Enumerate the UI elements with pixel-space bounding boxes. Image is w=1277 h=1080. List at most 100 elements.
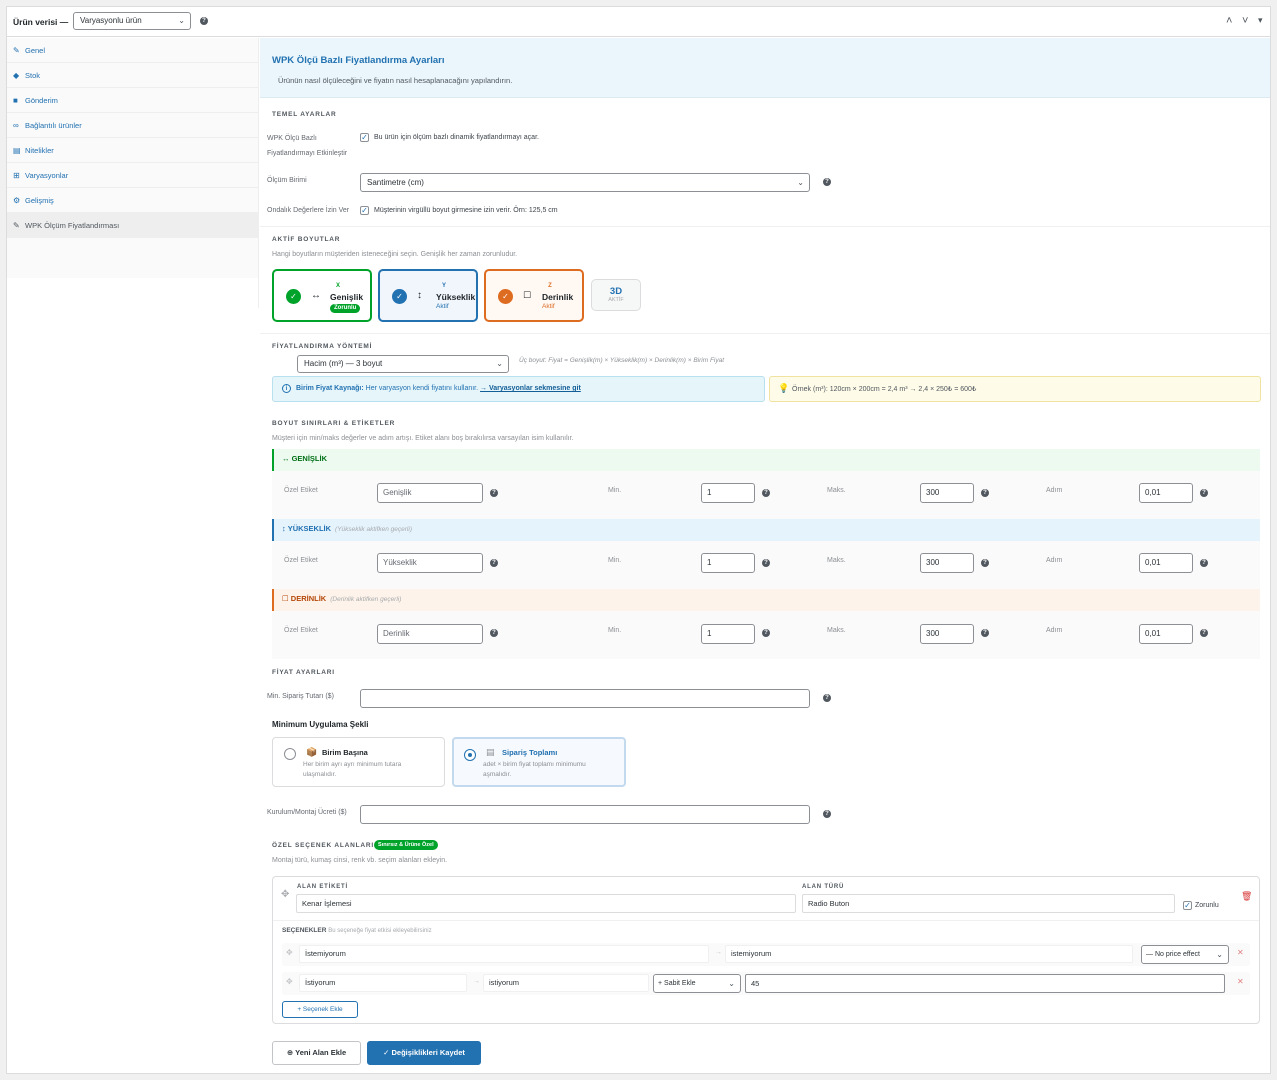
check-icon: ✓ — [498, 289, 513, 304]
help-icon[interactable]: ? — [762, 559, 770, 567]
tab-attributes[interactable]: ▤ Nitelikler — [7, 138, 259, 163]
option-value-input[interactable]: istemiyorum — [725, 945, 1133, 963]
help-icon[interactable]: ? — [1200, 489, 1208, 497]
product-type-select[interactable]: Varyasyonlu ürün ⌄ — [73, 12, 191, 30]
tag-icon: ◆ — [13, 71, 20, 80]
section-dimensions-title: AKTİF BOYUTLAR — [272, 236, 341, 243]
option-label-input[interactable]: İstiyorum — [299, 974, 467, 992]
depth-label-input[interactable]: Derinlik — [377, 624, 483, 644]
save-changes-button[interactable]: ✓ Değişiklikleri Kaydet — [367, 1041, 481, 1065]
tab-wpk-pricing[interactable]: ✎ WPK Ölçüm Fiyatlandırması — [7, 213, 259, 238]
option-label-input[interactable]: İstemiyorum — [299, 945, 709, 963]
height-label-input[interactable]: Yükseklik — [377, 553, 483, 573]
remove-option-icon[interactable]: ✕ — [1237, 977, 1244, 986]
drag-handle-icon[interactable]: ✥ — [281, 889, 289, 900]
option-effect-select[interactable]: + Sabit Ekle ⌄ — [653, 974, 741, 993]
help-icon[interactable]: ? — [762, 489, 770, 497]
min-order-input[interactable] — [360, 689, 810, 708]
limits-desc: Müşteri için min/maks değerler ve adım a… — [272, 435, 574, 442]
drag-handle-icon[interactable]: ✥ — [286, 948, 293, 957]
wrench-icon: ✎ — [13, 46, 20, 55]
height-max-input[interactable]: 300 — [920, 553, 974, 573]
tab-linked-products[interactable]: ∞ Bağlantılı ürünler — [7, 113, 259, 138]
option-value-input[interactable]: istiyorum — [483, 974, 649, 992]
section-price-title: FİYAT AYARLARI — [272, 669, 335, 676]
custom-desc: Montaj türü, kumaş cinsi, renk vb. seçim… — [272, 857, 448, 864]
option-row: ✥ İstiyorum → istiyorum + Sabit Ekle ⌄ 4… — [282, 972, 1250, 995]
help-icon[interactable]: ? — [490, 559, 498, 567]
unit-label: Ölçüm Birimi — [267, 177, 307, 184]
field-type-input[interactable]: Radio Buton — [802, 894, 1175, 913]
field-label-input[interactable]: Kenar İşlemesi — [296, 894, 796, 913]
dimension-card-width[interactable]: ✓ ↔ X Genişlik Zorunlu — [272, 269, 372, 322]
required-checkbox[interactable]: ✓ — [1183, 901, 1192, 910]
unit-help-icon[interactable]: ? — [823, 178, 831, 186]
horizontal-arrow-icon: ↔ — [311, 290, 321, 301]
help-icon[interactable]: ? — [981, 559, 989, 567]
help-icon[interactable]: ? — [823, 810, 831, 818]
tab-general[interactable]: ✎ Genel — [7, 38, 259, 63]
help-icon[interactable]: ? — [762, 629, 770, 637]
arrow-right-icon: → — [715, 949, 722, 956]
order-total-radio[interactable] — [464, 749, 476, 761]
dimension-status: Aktif — [436, 303, 449, 310]
trash-icon[interactable]: 🗑 — [1241, 891, 1252, 902]
chevron-down-icon: ⌄ — [496, 359, 503, 368]
option-per-unit[interactable]: 📦 Birim Başına Her birim ayrı ayrı minim… — [272, 737, 445, 787]
field-label-title: ALAN ETİKETİ — [297, 884, 348, 890]
remove-option-icon[interactable]: ✕ — [1237, 948, 1244, 957]
apply-mode-title: Minimum Uygulama Şekli — [272, 720, 369, 729]
width-label-input[interactable]: Genişlik — [377, 483, 483, 503]
depth-min-input[interactable]: 1 — [701, 624, 755, 644]
option-order-total[interactable]: ▤ Sipariş Toplamı adet × birim fiyat top… — [452, 737, 626, 787]
tab-variations[interactable]: ⊞ Varyasyonlar — [7, 163, 259, 188]
option-effect-select[interactable]: — No price effect ⌄ — [1141, 945, 1229, 964]
section-pricing-method-title: FİYATLANDIRMA YÖNTEMİ — [272, 343, 373, 350]
help-icon[interactable]: ? — [200, 17, 208, 25]
variations-tab-link[interactable]: → Varyasyonlar sekmesine git — [480, 385, 581, 392]
tab-advanced[interactable]: ⚙ Gelişmiş — [7, 188, 259, 213]
drag-handle-icon[interactable]: ✥ — [286, 977, 293, 986]
per-unit-radio[interactable] — [284, 748, 296, 760]
width-step-input[interactable]: 0,01 — [1139, 483, 1193, 503]
enable-text: Bu ürün için ölçüm bazlı dinamik fiyatla… — [374, 134, 539, 141]
move-up-icon[interactable]: ˄ — [1226, 15, 1232, 27]
decimal-checkbox[interactable]: ✓ — [360, 206, 369, 215]
dimension-letter: X — [335, 283, 340, 289]
panel-title: Ürün verisi — — [13, 17, 69, 27]
height-min-input[interactable]: 1 — [701, 553, 755, 573]
tab-shipping[interactable]: ■ Gönderim — [7, 88, 259, 113]
install-fee-input[interactable] — [360, 805, 810, 824]
help-icon[interactable]: ? — [981, 489, 989, 497]
lightbulb-icon: 💡 — [778, 383, 790, 393]
height-step-input[interactable]: 0,01 — [1139, 553, 1193, 573]
help-icon[interactable]: ? — [490, 489, 498, 497]
add-new-field-button[interactable]: ⊕ Yeni Alan Ekle — [272, 1041, 361, 1065]
help-icon[interactable]: ? — [981, 629, 989, 637]
move-down-icon[interactable]: ˅ — [1242, 15, 1248, 27]
mode-3d-badge: 3D AKTİF — [591, 279, 641, 311]
pricing-formula: Üç boyut: Fiyat = Genişlik(m) × Yüksekli… — [519, 357, 725, 364]
width-min-input[interactable]: 1 — [701, 483, 755, 503]
dimension-card-height[interactable]: ✓ ↕ Y Yükseklik Aktif — [378, 269, 478, 322]
depth-max-input[interactable]: 300 — [920, 624, 974, 644]
dimension-card-depth[interactable]: ✓ ☐ Z Derinlik Aktif — [484, 269, 584, 322]
help-icon[interactable]: ? — [1200, 559, 1208, 567]
pricing-method-select[interactable]: Hacim (m³) — 3 boyut ⌄ — [297, 355, 509, 373]
check-icon: ✓ — [383, 1048, 390, 1057]
toggle-panel-icon[interactable]: ▾ — [1258, 15, 1263, 26]
help-icon[interactable]: ? — [1200, 629, 1208, 637]
help-icon[interactable]: ? — [823, 694, 831, 702]
grid-icon: ⊞ — [13, 171, 20, 180]
help-icon[interactable]: ? — [490, 629, 498, 637]
unit-select[interactable]: Santimetre (cm) ⌄ — [360, 173, 810, 192]
enable-checkbox[interactable]: ✓ — [360, 133, 369, 142]
section-custom-title: ÖZEL SEÇENEK ALANLARI — [272, 842, 375, 849]
depth-step-input[interactable]: 0,01 — [1139, 624, 1193, 644]
decimal-label: Ondalık Değerlere İzin Ver — [267, 207, 350, 214]
width-max-input[interactable]: 300 — [920, 483, 974, 503]
chevron-down-icon: ⌄ — [728, 979, 735, 988]
tab-inventory[interactable]: ◆ Stok — [7, 63, 259, 88]
add-option-button[interactable]: + Seçenek Ekle — [282, 1001, 358, 1018]
option-amount-input[interactable]: 45 — [745, 974, 1225, 993]
